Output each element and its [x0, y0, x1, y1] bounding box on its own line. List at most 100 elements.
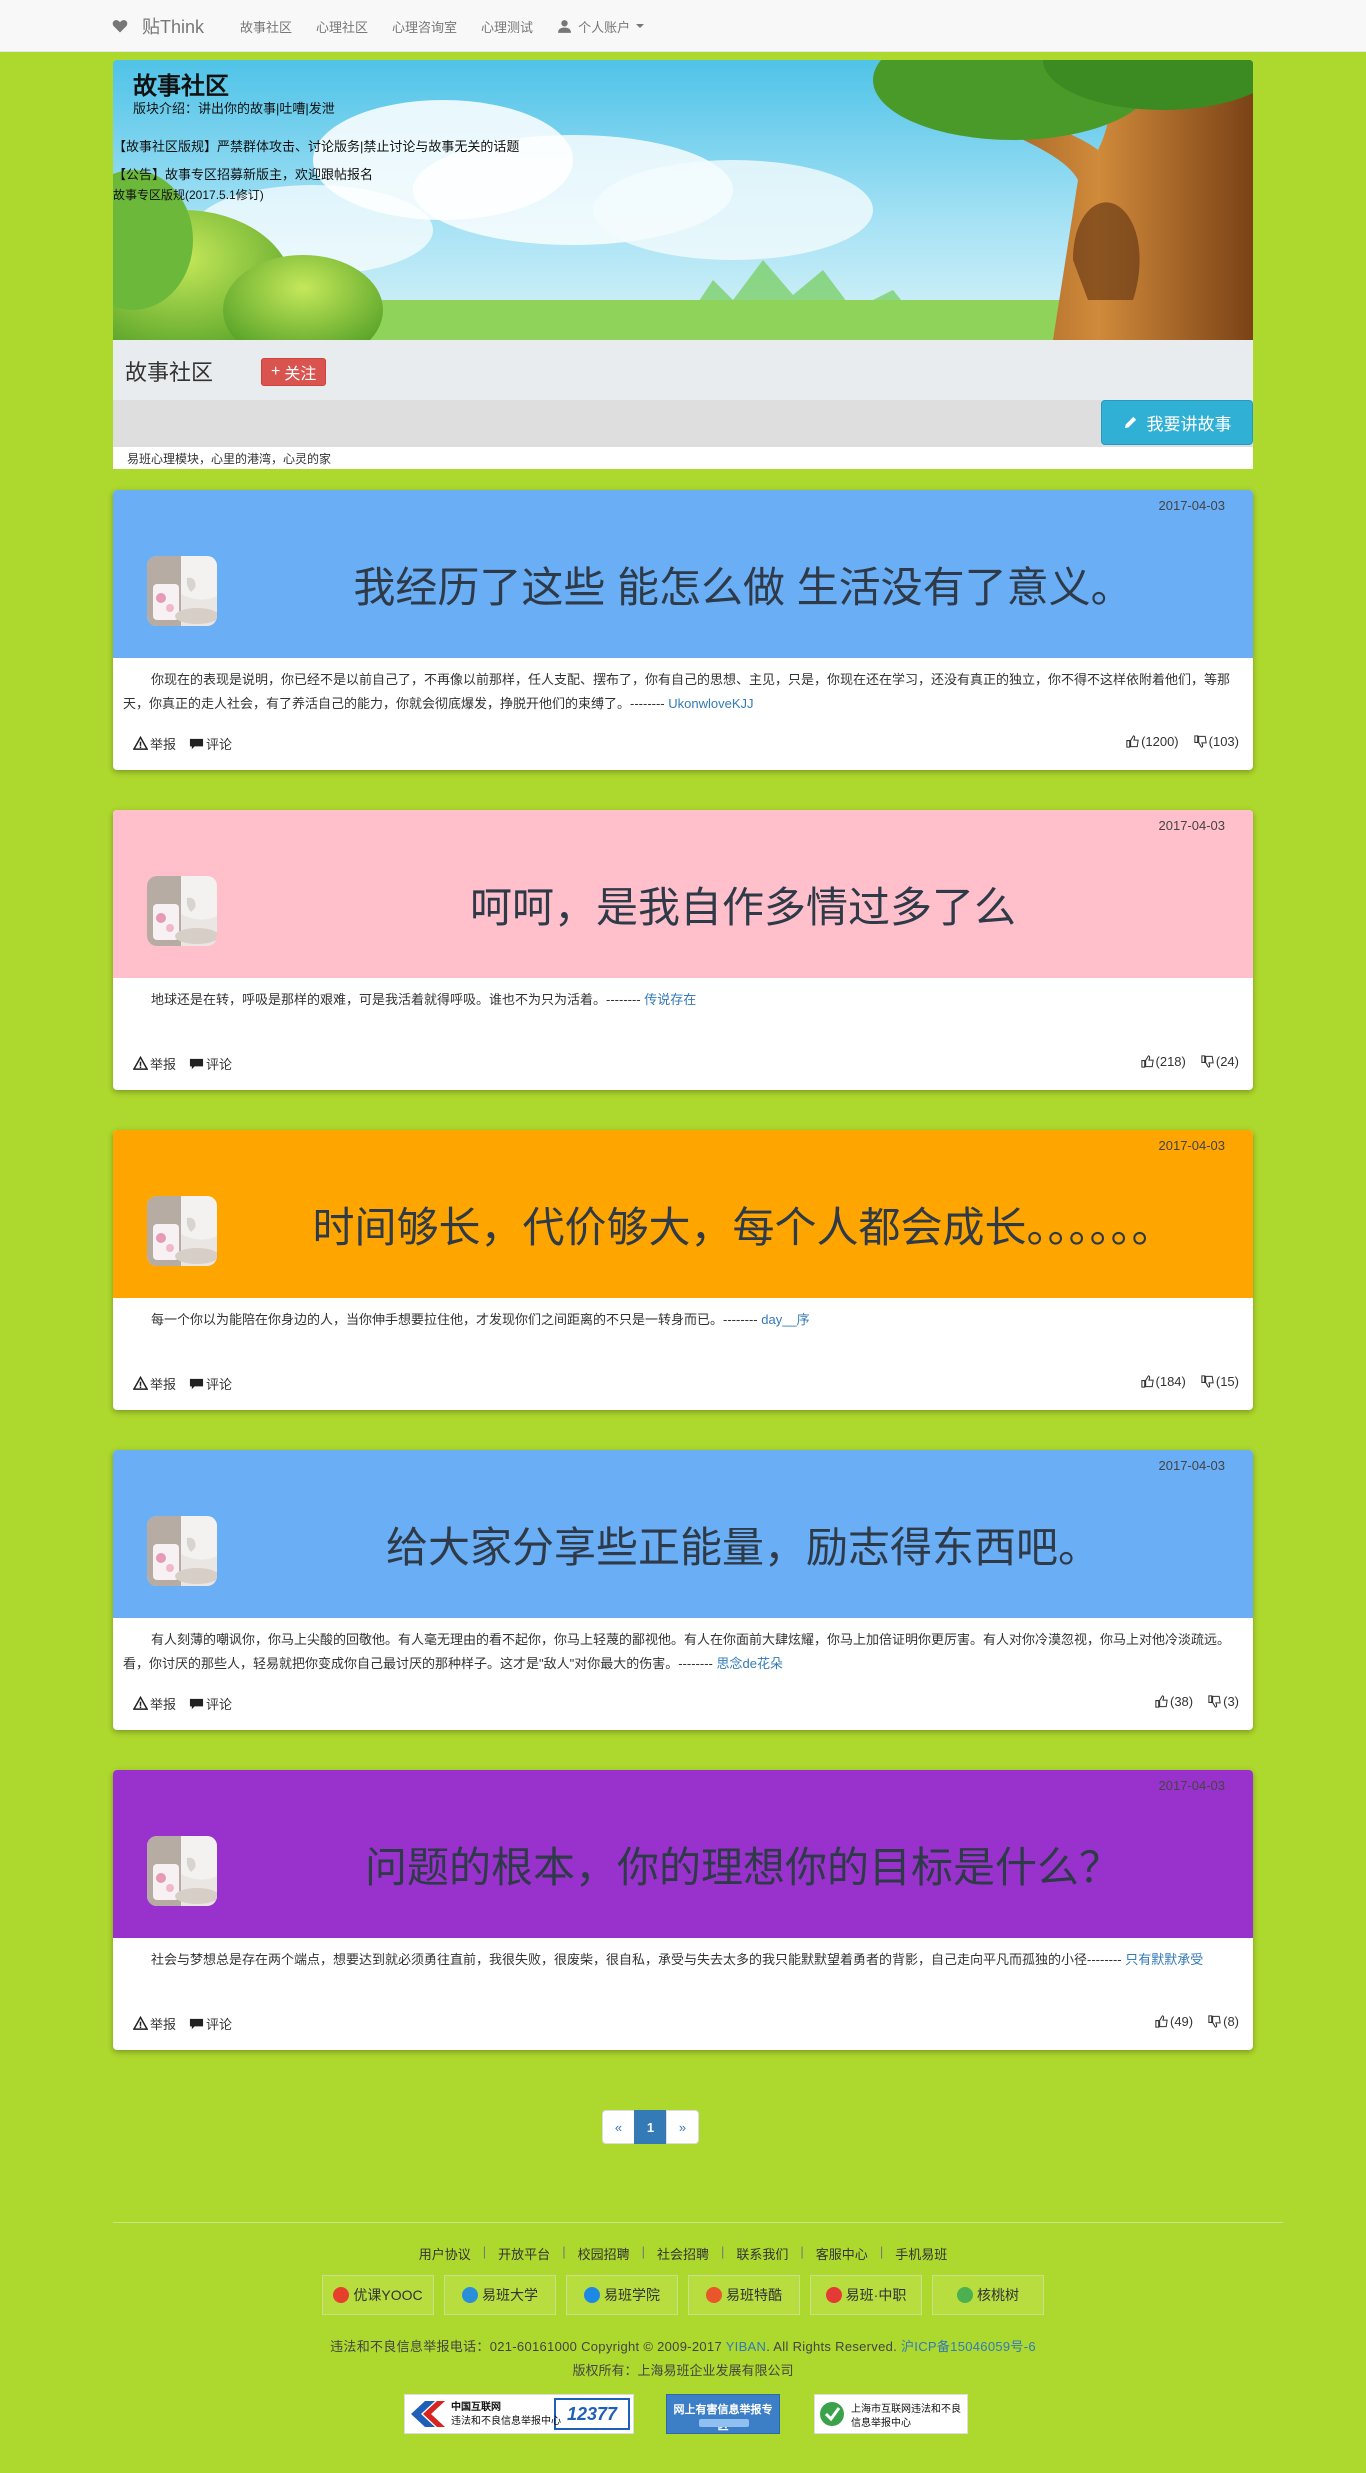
post-title[interactable]: 给大家分享些正能量，励志得东西吧。 [233, 1518, 1253, 1578]
comment-icon [189, 1378, 204, 1390]
partner-link[interactable]: 易班学院 [566, 2275, 678, 2315]
badge-1-sub: 违法和不良信息举报中心 [451, 2416, 561, 2427]
report-button[interactable]: 举报 [133, 734, 176, 753]
footer-link-mobile[interactable]: 手机易班 [883, 2244, 959, 2263]
report-button[interactable]: 举报 [133, 1694, 176, 1713]
footer-link-campus-jobs[interactable]: 校园招聘 [566, 2244, 642, 2263]
downvote-button[interactable]: (24) [1200, 1054, 1239, 1069]
account-dropdown[interactable]: 个人账户 [545, 17, 656, 36]
avatar[interactable] [147, 876, 217, 946]
avatar-image [147, 1516, 217, 1586]
follow-label: 关注 [284, 366, 317, 383]
post-content: 每一个你以为能陪在你身边的人，当你伸手想要拉住他，才发现你们之间距离的不只是一转… [123, 1308, 1243, 1332]
downvote-button[interactable]: (8) [1207, 2014, 1239, 2029]
follow-button[interactable]: + 关注 [261, 358, 327, 386]
comment-button[interactable]: 评论 [189, 1054, 232, 1073]
upvote-button[interactable]: (184) [1140, 1374, 1186, 1389]
story-post: 2017-04-03 问题的根本，你的理想你的目标是什么？ 社会与梦想总是存在两… [113, 1770, 1253, 2050]
downvote-button[interactable]: (15) [1200, 1374, 1239, 1389]
report-button[interactable]: 举报 [133, 2014, 176, 2033]
partner-link[interactable]: 易班·中职 [810, 2275, 922, 2315]
vote-group: (49) (8) [1154, 2014, 1239, 2029]
avatar[interactable] [147, 1516, 217, 1586]
brand[interactable]: 贴Think [112, 15, 204, 37]
icp-link[interactable]: 沪ICP备15046059号-6 [901, 2339, 1036, 2354]
downvote-button[interactable]: (103) [1193, 734, 1239, 749]
nav-item-test[interactable]: 心理测试 [469, 17, 545, 36]
footer-link-social-jobs[interactable]: 社会招聘 [645, 2244, 721, 2263]
comment-button[interactable]: 评论 [189, 1694, 232, 1713]
harmful-info-badge[interactable]: 网上有害信息举报专区 [666, 2394, 780, 2434]
new-story-button[interactable]: 我要讲故事 [1101, 400, 1253, 445]
badge-1-number: 12377 [567, 2404, 618, 2424]
post-author[interactable]: 思念de花朵 [717, 1656, 783, 1671]
comment-button[interactable]: 评论 [189, 734, 232, 753]
post-content: 地球还是在转，呼吸是那样的艰难，可是我活着就得呼吸。谁也不为只为活着。-----… [123, 988, 1243, 1012]
forum-notice[interactable]: 【公告】故事专区招募新版主，欢迎跟帖报名 [113, 164, 373, 183]
footer-link-service[interactable]: 客服中心 [804, 2244, 880, 2263]
post-author[interactable]: 传说存在 [644, 992, 696, 1007]
downvote-button[interactable]: (3) [1207, 1694, 1239, 1709]
post-title[interactable]: 我经历了这些 能怎么做 生活没有了意义。 [233, 558, 1253, 618]
avatar[interactable] [147, 1836, 217, 1906]
post-text: 社会与梦想总是存在两个端点，想要达到就必须勇往直前，我很失败，很废柴，很自私，承… [151, 1952, 1122, 1967]
post-title[interactable]: 呵呵，是我自作多情过多了么 [233, 878, 1253, 938]
footer-link-user-agreement[interactable]: 用户协议 [407, 2244, 483, 2263]
upvote-button[interactable]: (49) [1154, 2014, 1193, 2029]
partner-link[interactable]: 核桃树 [932, 2275, 1044, 2315]
nav-item-story[interactable]: 故事社区 [228, 17, 304, 36]
forum-slogan: 易班心理模块，心里的港湾，心灵的家 [113, 447, 1253, 469]
current-page[interactable]: 1 [634, 2110, 667, 2144]
comment-button[interactable]: 评论 [189, 1374, 232, 1393]
downvote-count: (15) [1215, 1374, 1239, 1389]
vote-group: (38) (3) [1154, 1694, 1239, 1709]
badge-2-title: 网上有害信息举报专区 [673, 2404, 773, 2432]
partner-label: 易班·中职 [845, 2287, 907, 2303]
comment-label: 评论 [206, 737, 233, 752]
post-text: 地球还是在转，呼吸是那样的艰难，可是我活着就得呼吸。谁也不为只为活着。-----… [151, 992, 641, 1007]
partner-label: 优课YOOC [353, 2287, 423, 2303]
partner-link[interactable]: 易班大学 [444, 2275, 556, 2315]
report-button[interactable]: 举报 [133, 1054, 176, 1073]
next-page-button[interactable]: » [666, 2110, 699, 2144]
upvote-button[interactable]: (38) [1154, 1694, 1193, 1709]
comment-label: 评论 [206, 2017, 233, 2032]
badge-3-sub: 信息举报中心 [851, 2418, 911, 2429]
forum-banner: 故事社区 版块介绍：讲出你的故事|吐嘈|发泄 【故事社区版规】严禁群体攻击、讨论… [113, 60, 1253, 340]
comment-button[interactable]: 评论 [189, 2014, 232, 2033]
report-button[interactable]: 举报 [133, 1374, 176, 1393]
footer-link-open-platform[interactable]: 开放平台 [486, 2244, 562, 2263]
post-author[interactable]: UkonwloveKJJ [668, 696, 753, 711]
warning-icon [133, 1056, 148, 1070]
post-title[interactable]: 时间够长，代价够大，每个人都会成长。。。。。。 [233, 1198, 1253, 1258]
forum-rule-version[interactable]: 故事专区版规(2017.5.1修订) [113, 186, 264, 203]
downvote-count: (8) [1223, 2014, 1239, 2029]
footer-link-contact[interactable]: 联系我们 [724, 2244, 800, 2263]
post-text: 每一个你以为能陪在你身边的人，当你伸手想要拉住他，才发现你们之间距离的不只是一转… [151, 1312, 758, 1327]
thumbs-down-icon [1208, 2015, 1221, 2028]
avatar[interactable] [147, 556, 217, 626]
partner-logo-icon [957, 2287, 973, 2303]
yiban-link[interactable]: YIBAN [726, 2339, 767, 2354]
prev-page-button[interactable]: « [602, 2110, 635, 2144]
brand-name[interactable]: 贴Think [142, 13, 204, 39]
upvote-button[interactable]: (218) [1140, 1054, 1186, 1069]
nav-item-psychology[interactable]: 心理社区 [304, 17, 380, 36]
thumbs-down-icon [1201, 1375, 1214, 1388]
post-author[interactable]: 只有默默承受 [1125, 1952, 1203, 1967]
partner-logo-icon [706, 2287, 722, 2303]
post-author[interactable]: day__序 [761, 1312, 809, 1327]
downvote-count: (24) [1215, 1054, 1239, 1069]
forum-rule: 【故事社区版规】严禁群体攻击、讨论版务|禁止讨论与故事无关的话题 [113, 139, 520, 154]
shanghai-report-badge[interactable]: 上海市互联网违法和不良 信息举报中心 [814, 2394, 968, 2434]
thumbs-up-icon [1155, 2015, 1168, 2028]
comment-icon [189, 1698, 204, 1710]
avatar[interactable] [147, 1196, 217, 1266]
thumbs-down-icon [1208, 1695, 1221, 1708]
post-title[interactable]: 问题的根本，你的理想你的目标是什么？ [233, 1838, 1253, 1898]
partner-link[interactable]: 优课YOOC [322, 2275, 434, 2315]
partner-link[interactable]: 易班特酷 [688, 2275, 800, 2315]
report-center-badge[interactable]: 中国互联网 违法和不良信息举报中心 12377 [404, 2394, 634, 2434]
nav-item-counseling[interactable]: 心理咨询室 [380, 17, 469, 36]
upvote-button[interactable]: (1200) [1125, 734, 1179, 749]
